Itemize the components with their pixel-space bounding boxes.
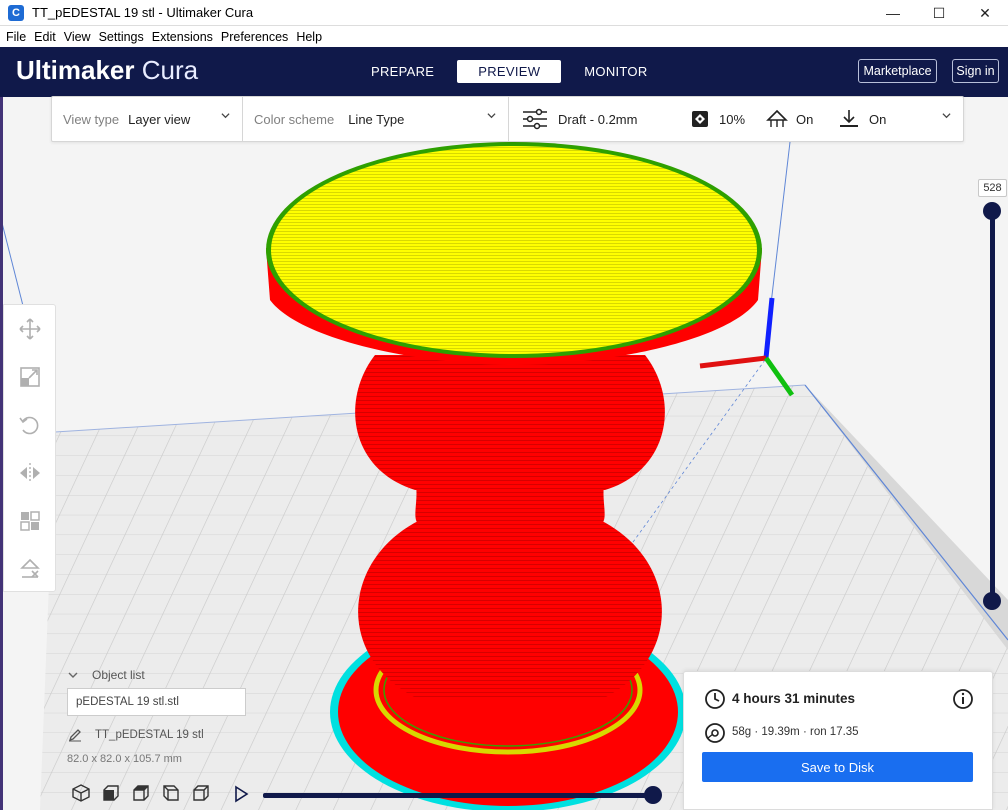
- 3d-view-button[interactable]: [66, 780, 96, 806]
- object-list-toggle[interactable]: Object list: [68, 668, 145, 682]
- menu-preferences[interactable]: Preferences: [217, 30, 292, 44]
- path-slider-track[interactable]: [263, 793, 657, 798]
- chevron-down-icon: [68, 672, 78, 678]
- mirror-icon[interactable]: [18, 461, 42, 485]
- path-slider-handle[interactable]: [644, 786, 662, 804]
- tab-monitor[interactable]: MONITOR: [571, 60, 660, 83]
- chevron-down-icon: [942, 113, 951, 119]
- ultimaker-cura-logo: Ultimaker Cura: [16, 55, 198, 86]
- infill-icon: [692, 111, 708, 127]
- color-scheme-value: Line Type: [348, 111, 405, 127]
- move-icon[interactable]: [18, 317, 42, 341]
- adhesion-icon: [840, 110, 858, 127]
- cura-app-icon: C: [8, 4, 24, 21]
- filament-spool-icon: [705, 723, 725, 743]
- layer-slider-upper-handle[interactable]: [983, 202, 1001, 220]
- view-orientation-buttons: [66, 780, 216, 806]
- menu-edit[interactable]: Edit: [30, 30, 60, 44]
- right-view-button[interactable]: [186, 780, 216, 806]
- layer-number-field[interactable]: 528: [978, 179, 1007, 197]
- menu-file[interactable]: File: [2, 30, 30, 44]
- app-header: Ultimaker Cura PREPARE PREVIEW MONITOR M…: [0, 47, 1008, 97]
- support-value: On: [796, 111, 814, 127]
- menu-bar: File Edit View Settings Extensions Prefe…: [0, 26, 1008, 47]
- clock-icon: [705, 689, 725, 709]
- adhesion-value: On: [869, 111, 887, 127]
- menu-view[interactable]: View: [60, 30, 95, 44]
- color-scheme-dropdown[interactable]: Color scheme Line Type: [243, 96, 509, 142]
- maximize-button[interactable]: ☐: [916, 0, 962, 26]
- right-view-icon: [193, 785, 209, 801]
- info-icon[interactable]: [952, 688, 974, 710]
- profile-value: Draft - 0.2mm: [558, 111, 638, 127]
- tab-preview[interactable]: PREVIEW: [457, 60, 562, 83]
- tool-panel: [3, 304, 56, 592]
- job-name[interactable]: TT_pEDESTAL 19 stl: [68, 728, 204, 742]
- infill-value: 10%: [719, 111, 746, 127]
- window-title-bar: C TT_pEDESTAL 19 stl - Ultimaker Cura — …: [0, 0, 1008, 26]
- print-settings-summary[interactable]: Draft - 0.2mm 10% On On: [509, 96, 963, 142]
- logo-product: Cura: [141, 55, 199, 85]
- left-view-icon: [163, 785, 179, 801]
- view-settings-bar: View type Layer view Color scheme Line T…: [51, 96, 964, 142]
- menu-extensions[interactable]: Extensions: [148, 30, 217, 44]
- 3d-view-icon: [72, 784, 90, 802]
- job-name-text: TT_pEDESTAL 19 stl: [95, 729, 204, 741]
- layer-slider-track[interactable]: [990, 210, 995, 602]
- support-blocker-icon[interactable]: [18, 557, 42, 581]
- object-dimensions: 82.0 x 82.0 x 105.7 mm: [67, 753, 182, 765]
- object-list-item[interactable]: pEDESTAL 19 stl.stl: [67, 688, 246, 716]
- menu-settings[interactable]: Settings: [95, 30, 148, 44]
- print-information-panel: 4 hours 31 minutes 58g · 19.39m · ron 17…: [683, 671, 993, 810]
- sliders-icon: [523, 108, 547, 130]
- top-view-button[interactable]: [126, 780, 156, 806]
- chevron-down-icon: [487, 113, 496, 119]
- scale-icon[interactable]: [18, 365, 42, 389]
- play-icon[interactable]: [232, 785, 250, 803]
- pencil-icon: [68, 729, 81, 742]
- window-title: TT_pEDESTAL 19 stl - Ultimaker Cura: [32, 5, 254, 20]
- save-to-disk-button[interactable]: Save to Disk: [702, 752, 973, 782]
- chevron-down-icon: [221, 113, 230, 119]
- front-view-button[interactable]: [96, 780, 126, 806]
- object-list-label: Object list: [92, 668, 145, 682]
- top-view-icon: [133, 785, 149, 801]
- menu-help[interactable]: Help: [292, 30, 326, 44]
- layer-slider-lower-handle[interactable]: [983, 592, 1001, 610]
- minimize-button[interactable]: —: [870, 0, 916, 26]
- print-time: 4 hours 31 minutes: [732, 691, 856, 706]
- rotate-icon[interactable]: [18, 413, 42, 437]
- left-view-button[interactable]: [156, 780, 186, 806]
- logo-brand: Ultimaker: [16, 55, 135, 85]
- close-button[interactable]: ✕: [962, 0, 1008, 26]
- support-icon: [766, 109, 788, 127]
- tab-prepare[interactable]: PREPARE: [358, 60, 447, 83]
- sign-in-button[interactable]: Sign in: [952, 59, 999, 83]
- view-type-dropdown[interactable]: View type Layer view: [52, 96, 243, 142]
- stage-tabs: PREPARE PREVIEW MONITOR: [358, 60, 661, 83]
- view-type-value: Layer view: [128, 111, 191, 127]
- front-view-icon: [103, 785, 119, 801]
- view-type-label: View type: [63, 111, 120, 127]
- per-model-settings-icon[interactable]: [18, 509, 42, 533]
- marketplace-button[interactable]: Marketplace: [858, 59, 937, 83]
- color-scheme-label: Color scheme: [254, 111, 335, 127]
- material-estimate: 58g · 19.39m · ron 17.35: [732, 726, 859, 738]
